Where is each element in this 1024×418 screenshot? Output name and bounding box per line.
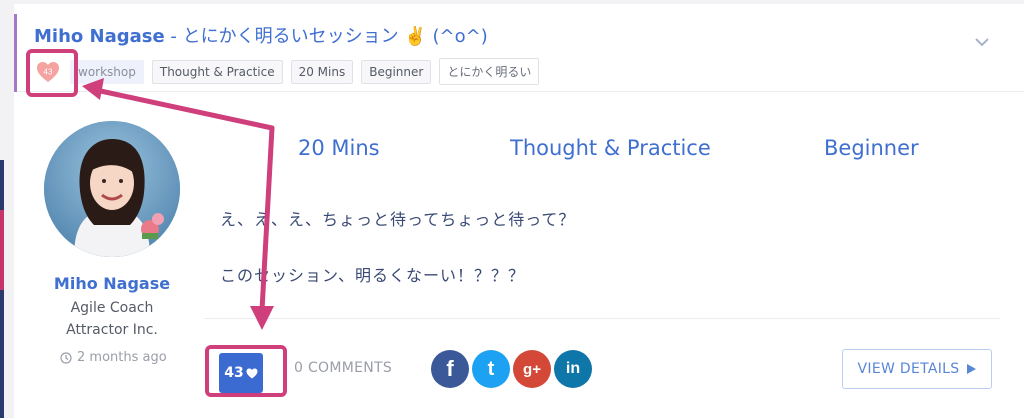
linkedin-share-button[interactable]: in <box>554 350 592 388</box>
google-plus-icon: g+ <box>523 360 541 378</box>
annotation-highlight-likes <box>205 345 287 397</box>
tag-track[interactable]: Thought & Practice <box>151 59 283 84</box>
session-header[interactable]: Miho Nagase - とにかく明るいセッション ✌️ (^o^) 43 w… <box>14 4 1024 92</box>
session-title[interactable]: Miho Nagase - とにかく明るいセッション ✌️ (^o^) <box>34 22 488 48</box>
clock-icon <box>60 351 72 364</box>
meta-duration: 20 Mins <box>298 136 380 160</box>
profile-time: 2 months ago <box>60 350 167 365</box>
google-plus-share-button[interactable]: g+ <box>513 350 551 388</box>
profile-company: Attractor Inc. <box>66 322 158 338</box>
description-line-1: え、え、え、ちょっと待ってちょっと待って？ <box>220 210 576 229</box>
sidebar-edge <box>0 160 4 418</box>
speaker-name[interactable]: Miho Nagase <box>34 26 165 47</box>
facebook-share-button[interactable]: f <box>431 350 469 388</box>
session-card: Miho Nagase - とにかく明るいセッション ✌️ (^o^) 43 w… <box>14 4 1024 418</box>
meta-track: Thought & Practice <box>510 136 711 160</box>
chevron-down-icon[interactable] <box>974 34 990 50</box>
meta-level: Beginner <box>824 136 919 160</box>
annotation-highlight-badge <box>26 49 78 97</box>
tag-workshop[interactable]: workshop <box>70 59 144 84</box>
tag-duration[interactable]: 20 Mins <box>290 59 354 84</box>
tag-level[interactable]: Beginner <box>361 59 432 84</box>
linkedin-icon: in <box>565 360 581 377</box>
card-accent-bar <box>14 14 17 92</box>
speaker-photo <box>44 121 180 257</box>
profile-role: Agile Coach <box>70 300 154 316</box>
profile-name[interactable]: Miho Nagase <box>32 274 192 293</box>
avatar <box>44 121 180 257</box>
tag-list: 43 workshop Thought & Practice 20 Mins B… <box>34 58 540 85</box>
tag-keyword[interactable]: とにかく明るい <box>439 58 540 85</box>
session-title-text[interactable]: とにかく明るいセッション ✌️ (^o^) <box>183 26 488 47</box>
facebook-icon: f <box>446 356 454 381</box>
view-details-button[interactable]: VIEW DETAILS <box>842 349 992 389</box>
twitter-share-button[interactable]: t <box>472 350 510 388</box>
description-line-2: このセッション、明るくなーい！？？？ <box>220 266 526 285</box>
twitter-icon: t <box>487 357 495 380</box>
play-arrow-icon <box>967 364 977 374</box>
comments-link[interactable]: 0 COMMENTS <box>294 360 392 376</box>
divider <box>204 318 1000 319</box>
page: Miho Nagase - とにかく明るいセッション ✌️ (^o^) 43 w… <box>0 0 1024 418</box>
